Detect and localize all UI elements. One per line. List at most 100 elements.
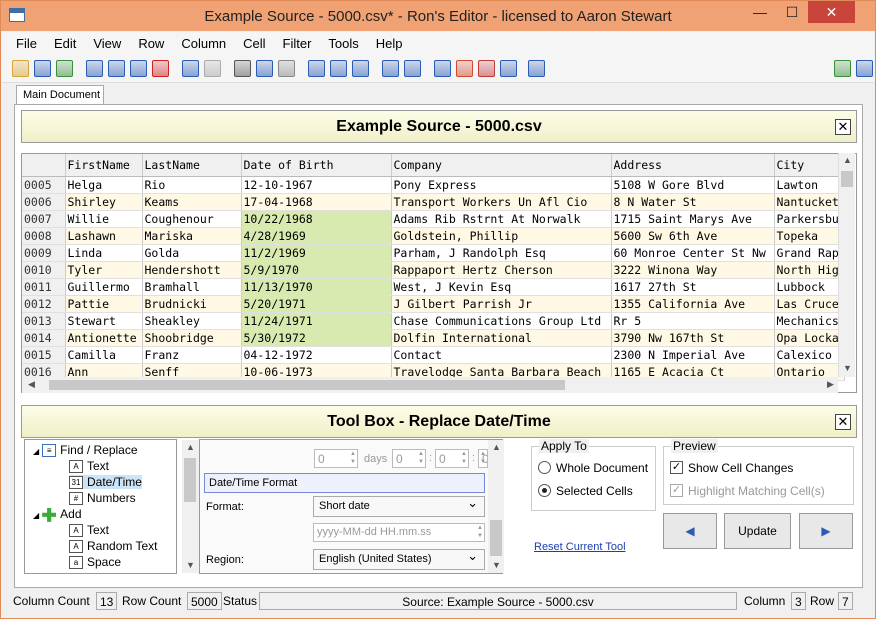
table-row[interactable]: 0011 Guillermo Bramhall 11/13/1970 West, J K… xyxy=(22,278,845,296)
menu-help[interactable]: Help xyxy=(376,36,403,51)
options-scroll-thumb[interactable] xyxy=(490,520,502,556)
highlight-matching-label[interactable]: Highlight Matching Cell(s) xyxy=(688,484,825,498)
close-window-button[interactable]: ✕ xyxy=(808,1,855,23)
cell-company[interactable]: Adams Rib Rstrnt At Norwalk xyxy=(391,210,612,228)
cell-company[interactable]: Chase Communications Group Ltd xyxy=(391,312,612,330)
cell-company[interactable]: Dolfin International xyxy=(391,329,612,347)
cell-company[interactable]: Pony Express xyxy=(391,176,612,194)
cell-city[interactable]: Las Cruce xyxy=(774,295,845,313)
grid-vertical-scrollbar[interactable]: ▲ ▼ xyxy=(838,153,855,377)
cell-address[interactable]: 60 Monroe Center St Nw xyxy=(611,244,775,262)
column-header-last[interactable]: LastName xyxy=(142,154,242,177)
cell-first[interactable]: Linda xyxy=(65,244,143,262)
zoom-in-icon[interactable] xyxy=(382,60,399,77)
edit-icon[interactable] xyxy=(434,60,451,77)
table-row[interactable]: 0012 Pattie Brudnicki 5/20/1971 J Gilbert Pa… xyxy=(22,295,845,313)
tab-main-document[interactable]: Main Document xyxy=(16,85,104,106)
highlight-matching-checkbox[interactable]: ✓ xyxy=(670,484,683,497)
cell-first[interactable]: Camilla xyxy=(65,346,143,364)
menu-filter[interactable]: Filter xyxy=(283,36,312,51)
table-row[interactable]: 0007 Willie Coughenour 10/22/1968 Adams Rib … xyxy=(22,210,845,228)
menu-file[interactable]: File xyxy=(16,36,37,51)
previous-button[interactable]: ◀ xyxy=(663,513,717,549)
scroll-up-icon[interactable]: ▲ xyxy=(492,442,501,452)
hours-spinner[interactable]: 0 xyxy=(392,449,426,468)
scroll-down-icon[interactable]: ▼ xyxy=(186,560,195,570)
menu-cell[interactable]: Cell xyxy=(243,36,265,51)
cell-last[interactable]: Sheakley xyxy=(142,312,242,330)
column-header-rn[interactable] xyxy=(22,154,66,177)
cell-dob[interactable]: 10/22/1968 xyxy=(241,210,392,228)
undo-icon[interactable] xyxy=(182,60,199,77)
cell-company[interactable]: Contact xyxy=(391,346,612,364)
cell-first[interactable]: Tyler xyxy=(65,261,143,279)
cell-first[interactable]: Antionette xyxy=(65,329,143,347)
open-icon[interactable] xyxy=(12,60,29,77)
table-row[interactable]: 0010 Tyler Hendershott 5/9/1970 Rappaport He… xyxy=(22,261,845,279)
cell-last[interactable]: Franz xyxy=(142,346,242,364)
table-row[interactable]: 0013 Stewart Sheakley 11/24/1971 Chase Commu… xyxy=(22,312,845,330)
row-number[interactable]: 0015 xyxy=(22,346,66,364)
table-row[interactable]: 0014 Antionette Shoobridge 5/30/1972 Dolfin … xyxy=(22,329,845,347)
row-number[interactable]: 0012 xyxy=(22,295,66,313)
scroll-up-icon[interactable]: ▲ xyxy=(186,442,195,452)
cell-last[interactable]: Rio xyxy=(142,176,242,194)
cell-last[interactable]: Shoobridge xyxy=(142,329,242,347)
scroll-down-icon[interactable]: ▼ xyxy=(492,560,501,570)
close-toolbox-icon[interactable]: ✕ xyxy=(835,414,851,430)
tree-item-random-text[interactable]: A Random Text xyxy=(69,539,157,554)
cell-city[interactable]: North Hig xyxy=(774,261,845,279)
scroll-down-icon[interactable]: ▼ xyxy=(843,363,852,373)
show-cell-changes-checkbox[interactable]: ✓ xyxy=(670,461,683,474)
highlight-icon[interactable] xyxy=(456,60,473,77)
menu-column[interactable]: Column xyxy=(181,36,226,51)
scroll-right-icon[interactable]: ▶ xyxy=(827,379,834,390)
grid-horizontal-scrollbar[interactable]: ◀ ▶ xyxy=(22,377,838,393)
next-button[interactable]: ▶ xyxy=(799,513,853,549)
cell-dob[interactable]: 11/2/1969 xyxy=(241,244,392,262)
tree-scrollbar[interactable]: ▲ ▼ xyxy=(182,440,199,573)
cell-last[interactable]: Hendershott xyxy=(142,261,242,279)
cell-dob[interactable]: 11/24/1971 xyxy=(241,312,392,330)
update-button[interactable]: Update xyxy=(724,513,791,549)
split-icon[interactable] xyxy=(330,60,347,77)
format-icon[interactable] xyxy=(478,60,495,77)
cell-company[interactable]: J Gilbert Parrish Jr xyxy=(391,295,612,313)
close-document-icon[interactable]: ✕ xyxy=(835,119,851,135)
region-select[interactable]: English (United States) xyxy=(313,548,485,570)
merge-icon[interactable] xyxy=(352,60,369,77)
insert-row-icon[interactable] xyxy=(108,60,125,77)
cell-address[interactable]: 1355 California Ave xyxy=(611,295,775,313)
column-header-city[interactable]: City xyxy=(774,154,845,177)
maximize-button[interactable]: ☐ xyxy=(776,1,808,23)
column-header-first[interactable]: FirstName xyxy=(65,154,143,177)
cell-city[interactable]: Calexico xyxy=(774,346,845,364)
cut-icon[interactable] xyxy=(234,60,251,77)
scroll-thumb-horizontal[interactable] xyxy=(49,380,565,390)
scroll-thumb[interactable] xyxy=(841,171,853,187)
tool-tree[interactable]: ◢ ≡ Find / Replace A Text 31 Date/Time # Numb… xyxy=(24,439,199,574)
menu-edit[interactable]: Edit xyxy=(54,36,76,51)
menu-view[interactable]: View xyxy=(93,36,121,51)
tree-scroll-thumb[interactable] xyxy=(184,458,196,502)
days-spinner[interactable]: 0 xyxy=(314,449,358,468)
seconds-spinner[interactable]: 0 xyxy=(478,449,488,468)
cell-city[interactable]: Parkersbu xyxy=(774,210,845,228)
row-number[interactable]: 0007 xyxy=(22,210,66,228)
selected-cells-label[interactable]: Selected Cells xyxy=(556,484,633,498)
cell-address[interactable]: Rr 5 xyxy=(611,312,775,330)
cell-first[interactable]: Pattie xyxy=(65,295,143,313)
cell-city[interactable]: Grand Rap xyxy=(774,244,845,262)
cell-company[interactable]: Rappaport Hertz Cherson xyxy=(391,261,612,279)
cell-city[interactable]: Lubbock xyxy=(774,278,845,296)
cell-last[interactable]: Keams xyxy=(142,193,242,211)
format-select[interactable]: Short date xyxy=(313,495,485,517)
cell-first[interactable]: Stewart xyxy=(65,312,143,330)
minutes-spinner[interactable]: 0 xyxy=(435,449,469,468)
row-number[interactable]: 0008 xyxy=(22,227,66,245)
table-row[interactable]: 0005 Helga Rio 12-10-1967 Pony Express 5108 W… xyxy=(22,176,845,194)
table-row[interactable]: 0009 Linda Golda 11/2/1969 Parham, J Randolp… xyxy=(22,244,845,262)
cell-first[interactable]: Helga xyxy=(65,176,143,194)
cell-address[interactable]: 1715 Saint Marys Ave xyxy=(611,210,775,228)
tree-item-space[interactable]: a Space xyxy=(69,555,121,570)
